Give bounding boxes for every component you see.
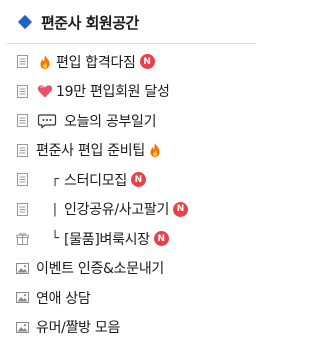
menu-item-lecture-share[interactable]: | 인강공유/사고팔기 N (6, 195, 256, 225)
menu-item-study-diary[interactable]: 오늘의 공부일기 (6, 106, 256, 136)
menu-item-flea-market[interactable]: └ [물품]벼룩시장 N (6, 224, 256, 254)
menu-item-prep-tips[interactable]: 편준사 편입 준비팁 (6, 136, 256, 166)
menu-item-label: 스터디모집 (64, 172, 127, 189)
menu-item-humor[interactable]: 유머/짤방 모음 (6, 313, 256, 343)
menu-title: 편준사 회원공간 (41, 13, 139, 32)
menu-item-event-proof[interactable]: 이벤트 인증&소문내기 (6, 254, 256, 284)
board-icon (16, 114, 29, 128)
board-icon (16, 143, 29, 157)
board-icon (16, 84, 29, 98)
menu-item-study-recruit[interactable]: ┌ 스터디모집 N (6, 165, 256, 195)
image-icon (16, 262, 29, 275)
menu-item-190k-members[interactable]: 19만 편입회원 달성 (6, 77, 256, 107)
menu-item-label: 오늘의 공부일기 (64, 113, 157, 130)
board-menu: 편입 합격다짐 N 19만 편입회원 달성 오늘의 공부일기 편준사 편입 준비… (6, 47, 256, 342)
image-icon (16, 321, 29, 334)
speech-bubble-icon (36, 113, 58, 129)
menu-item-label: 이벤트 인증&소문내기 (36, 261, 164, 278)
new-badge: N (153, 231, 169, 247)
menu-item-pass-pledge[interactable]: 편입 합격다짐 N (6, 47, 256, 77)
menu-item-label: 유머/짤방 모음 (36, 320, 121, 337)
menu-item-label: 편준사 편입 준비팁 (36, 143, 145, 160)
cafe-menu-panel: 편준사 회원공간 편입 합격다짐 N 19만 편입회원 달성 오늘의 공부일기 … (0, 0, 264, 355)
board-icon (16, 55, 29, 69)
heart-icon (36, 83, 54, 99)
divider (6, 43, 256, 44)
tree-connector: | (52, 201, 58, 217)
diamond-icon (17, 14, 33, 30)
board-icon (16, 202, 29, 216)
menu-header: 편준사 회원공간 (6, 10, 256, 34)
tree-connector: └ (51, 231, 59, 247)
menu-item-label: [물품]벼룩시장 (64, 231, 150, 248)
gift-icon (16, 232, 29, 246)
menu-item-label: 인강공유/사고팔기 (64, 202, 170, 219)
menu-item-label: 편입 합격다짐 (56, 54, 136, 71)
new-badge: N (130, 172, 146, 188)
menu-item-label: 19만 편입회원 달성 (56, 84, 170, 101)
menu-item-dating-advice[interactable]: 연애 상담 (6, 283, 256, 313)
fire-icon (146, 142, 164, 158)
board-icon (16, 173, 29, 187)
menu-item-label: 연애 상담 (36, 290, 91, 307)
new-badge: N (173, 201, 189, 217)
fire-icon (36, 54, 54, 70)
new-badge: N (139, 54, 155, 70)
tree-connector: ┌ (51, 172, 59, 188)
image-icon (16, 291, 29, 304)
